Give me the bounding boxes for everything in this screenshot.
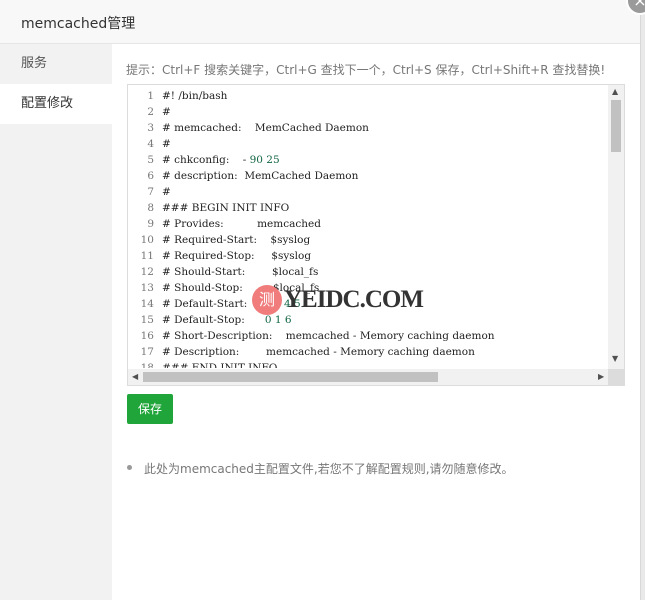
code-text: # Required-Start: $syslog bbox=[162, 234, 311, 246]
code-line[interactable]: 17 # Description: memcached - Memory cach… bbox=[128, 344, 608, 360]
code-text: ### BEGIN INIT INFO bbox=[162, 202, 290, 214]
vertical-scroll-thumb[interactable] bbox=[611, 100, 621, 152]
code-number: 0 1 6 bbox=[264, 314, 292, 326]
code-line[interactable]: 8 ### BEGIN INIT INFO bbox=[128, 200, 608, 216]
code-text: # bbox=[162, 186, 171, 198]
shortcut-tip: 提示：Ctrl+F 搜索关键字，Ctrl+G 查找下一个，Ctrl+S 保存，C… bbox=[126, 63, 606, 77]
code-line[interactable]: 3 # memcached: MemCached Daemon bbox=[128, 120, 608, 136]
line-number: 3 bbox=[147, 122, 154, 134]
code-line[interactable]: 14 # Default-Start: 2 3 4 5 bbox=[128, 296, 608, 312]
scroll-down-icon[interactable]: ▼ bbox=[612, 355, 618, 363]
code-line[interactable]: 6 # description: MemCached Daemon bbox=[128, 168, 608, 184]
save-button[interactable]: 保存 bbox=[127, 394, 173, 424]
code-text: # chkconfig: - bbox=[162, 154, 250, 166]
line-code: # chkconfig: - 90 25 bbox=[162, 152, 280, 168]
config-note: 此处为memcached主配置文件,若您不了解配置规则,请勿随意修改。 bbox=[127, 462, 514, 476]
line-number: 17 bbox=[140, 346, 154, 358]
horizontal-scrollbar[interactable]: ◀ ▶ bbox=[128, 369, 610, 385]
line-code: ### BEGIN INIT INFO bbox=[162, 200, 289, 216]
scroll-right-icon[interactable]: ▶ bbox=[598, 373, 604, 381]
dialog-title: memcached管理 bbox=[21, 16, 136, 32]
code-lines[interactable]: 1 #! /bin/bash 2 #3 # memcached: MemCached D… bbox=[128, 88, 608, 368]
code-text: # Short-Description: memcached - Memory … bbox=[162, 330, 495, 342]
line-number: 2 bbox=[147, 106, 154, 118]
line-code: # memcached: MemCached Daemon bbox=[162, 120, 369, 136]
line-number: 11 bbox=[140, 250, 154, 262]
line-number: 16 bbox=[140, 330, 154, 342]
code-text: # memcached: MemCached Daemon bbox=[162, 122, 369, 134]
code-text: # bbox=[162, 138, 171, 150]
code-text: # bbox=[162, 106, 171, 118]
line-code: ### END INIT INFO bbox=[162, 360, 277, 368]
code-line[interactable]: 1 #! /bin/bash bbox=[128, 88, 608, 104]
scroll-left-icon[interactable]: ◀ bbox=[132, 373, 138, 381]
line-code: # Required-Stop: $syslog bbox=[162, 248, 311, 264]
line-number: 13 bbox=[140, 282, 154, 294]
line-code: #! /bin/bash bbox=[162, 88, 227, 104]
code-line[interactable]: 12 # Should-Start: $local_fs bbox=[128, 264, 608, 280]
config-panel: 提示：Ctrl+F 搜索关键字，Ctrl+G 查找下一个，Ctrl+S 保存，C… bbox=[112, 44, 640, 600]
code-line[interactable]: 7 # bbox=[128, 184, 608, 200]
line-number: 14 bbox=[140, 298, 154, 310]
code-number: 2 3 4 5 bbox=[263, 298, 301, 310]
line-number: 5 bbox=[147, 154, 154, 166]
line-number: 7 bbox=[147, 186, 154, 198]
code-text: #! /bin/bash bbox=[162, 90, 228, 102]
code-text: ### END INIT INFO bbox=[162, 362, 278, 368]
scroll-up-icon[interactable]: ▲ bbox=[612, 88, 618, 96]
code-editor[interactable]: 1 #! /bin/bash 2 #3 # memcached: MemCached D… bbox=[127, 84, 625, 386]
code-text: # Description: memcached - Memory cachin… bbox=[162, 346, 475, 358]
line-number: 15 bbox=[140, 314, 154, 326]
line-code: # bbox=[162, 104, 171, 120]
code-line[interactable]: 16 # Short-Description: memcached - Memor… bbox=[128, 328, 608, 344]
line-code: # Required-Start: $syslog bbox=[162, 232, 310, 248]
line-number: 6 bbox=[147, 170, 154, 182]
code-text: # Provides: memcached bbox=[162, 218, 321, 230]
horizontal-scroll-thumb[interactable] bbox=[143, 372, 438, 382]
code-line[interactable]: 2 # bbox=[128, 104, 608, 120]
code-line[interactable]: 9 # Provides: memcached bbox=[128, 216, 608, 232]
line-code: # Description: memcached - Memory cachin… bbox=[162, 344, 475, 360]
line-code: # Provides: memcached bbox=[162, 216, 321, 232]
line-code: # Default-Start: 2 3 4 5 bbox=[162, 296, 301, 312]
code-line[interactable]: 15 # Default-Stop: 0 1 6 bbox=[128, 312, 608, 328]
code-text: # Default-Start: bbox=[162, 298, 264, 310]
sidebar: 服务 配置修改 bbox=[0, 44, 112, 600]
sidebar-item-config-edit[interactable]: 配置修改 bbox=[0, 84, 112, 124]
code-line[interactable]: 5 # chkconfig: - 90 25 bbox=[128, 152, 608, 168]
code-line[interactable]: 18 ### END INIT INFO bbox=[128, 360, 608, 368]
code-number: 90 25 bbox=[249, 154, 280, 166]
code-text: # Required-Stop: $syslog bbox=[162, 250, 312, 262]
line-code: # Should-Stop: $local_fs bbox=[162, 280, 319, 296]
line-number: 1 bbox=[147, 90, 154, 102]
code-text: # Should-Start: $local_fs bbox=[162, 266, 319, 278]
sidebar-item-service[interactable]: 服务 bbox=[0, 44, 112, 84]
dialog-titlebar: memcached管理 bbox=[0, 0, 640, 44]
code-text: # Default-Stop: bbox=[162, 314, 265, 326]
code-text: # description: MemCached Daemon bbox=[162, 170, 359, 182]
memcached-dialog: memcached管理 服务 配置修改 提示：Ctrl+F 搜索关键字，Ctrl… bbox=[0, 0, 641, 600]
code-line[interactable]: 4 # bbox=[128, 136, 608, 152]
scrollbar-corner bbox=[608, 369, 624, 385]
line-code: # Default-Stop: 0 1 6 bbox=[162, 312, 292, 328]
line-code: # Should-Start: $local_fs bbox=[162, 264, 318, 280]
line-number: 18 bbox=[140, 362, 154, 368]
line-code: # bbox=[162, 184, 171, 200]
line-code: # bbox=[162, 136, 171, 152]
code-line[interactable]: 10 # Required-Start: $syslog bbox=[128, 232, 608, 248]
line-number: 9 bbox=[147, 218, 154, 230]
line-number: 4 bbox=[147, 138, 154, 150]
line-number: 10 bbox=[140, 234, 154, 246]
line-code: # Short-Description: memcached - Memory … bbox=[162, 328, 495, 344]
code-line[interactable]: 11 # Required-Stop: $syslog bbox=[128, 248, 608, 264]
line-number: 8 bbox=[147, 202, 154, 214]
vertical-scrollbar[interactable]: ▲ ▼ bbox=[608, 85, 624, 369]
line-code: # description: MemCached Daemon bbox=[162, 168, 358, 184]
code-line[interactable]: 13 # Should-Stop: $local_fs bbox=[128, 280, 608, 296]
code-text: # Should-Stop: $local_fs bbox=[162, 282, 320, 294]
line-number: 12 bbox=[140, 266, 154, 278]
